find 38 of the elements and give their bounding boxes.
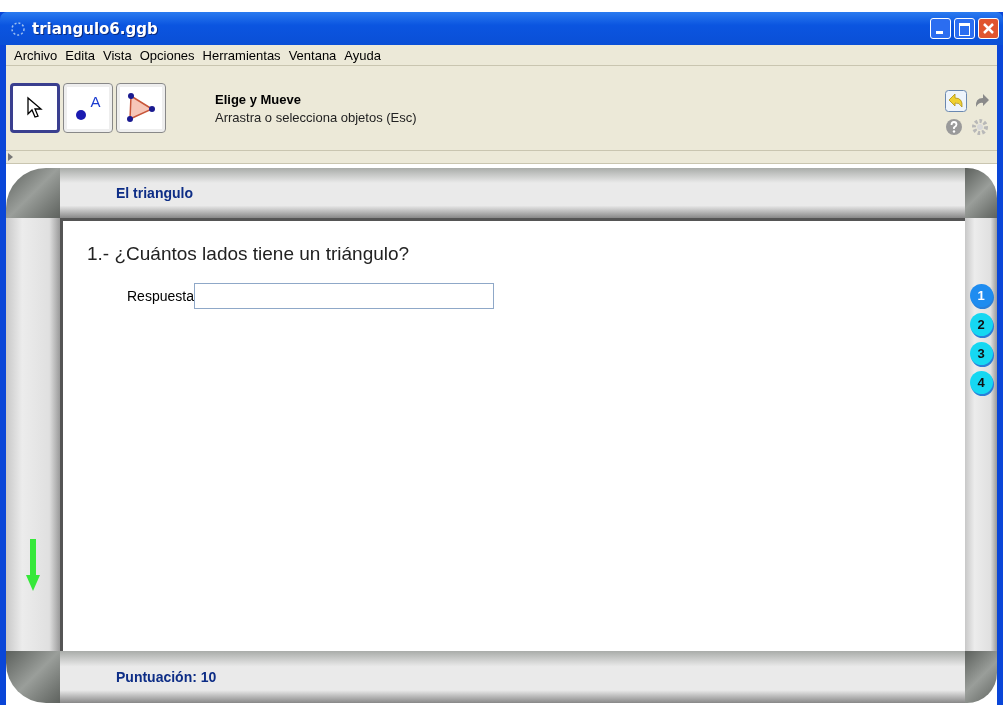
close-button[interactable] xyxy=(978,18,999,39)
triangle-icon xyxy=(125,92,157,124)
point-label: A xyxy=(90,92,101,110)
expand-arrow-icon[interactable] xyxy=(8,153,13,161)
menu-item[interactable]: Edita xyxy=(61,47,99,63)
page-button[interactable]: 3 xyxy=(969,342,993,365)
corner-drawing xyxy=(6,651,60,703)
menu-item[interactable]: Vista xyxy=(99,47,136,63)
board-title: El triangulo xyxy=(116,185,193,201)
app-icon xyxy=(10,20,26,37)
help-icon[interactable] xyxy=(945,118,963,136)
menu-item[interactable]: Archivo xyxy=(10,47,62,63)
question-text: 1.- ¿Cuántos lados tiene un triángulo? xyxy=(87,243,411,265)
tool-name: Elige y Mueve xyxy=(215,91,302,107)
answer-label: Respuesta xyxy=(127,288,194,304)
window-title: triangulo6.ggb xyxy=(32,19,158,38)
point-icon xyxy=(75,109,88,121)
corner-drawing xyxy=(965,168,997,218)
tool-description: Arrastra o selecciona objetos (Esc) xyxy=(215,109,417,125)
tool-button[interactable] xyxy=(10,83,60,133)
cursor-icon xyxy=(25,96,45,120)
corner-drawing xyxy=(965,651,997,703)
minimize-icon xyxy=(936,31,943,34)
menu-item[interactable]: Ventana xyxy=(284,47,341,63)
maximize-icon xyxy=(959,23,970,36)
undo-icon[interactable] xyxy=(945,90,967,112)
answer-field[interactable] xyxy=(193,283,494,309)
minimize-button[interactable] xyxy=(930,18,951,39)
menu-item[interactable]: Opciones xyxy=(135,47,199,63)
score-text: Puntuación: 10 xyxy=(116,669,217,685)
page-button[interactable]: 2 xyxy=(969,313,993,336)
maximize-button[interactable] xyxy=(954,18,975,39)
menu-item[interactable]: Herramientas xyxy=(198,47,285,63)
corner-drawing xyxy=(6,168,60,218)
tool-button[interactable] xyxy=(116,83,166,133)
tool-button[interactable]: A xyxy=(63,83,113,133)
menu-item[interactable]: Ayuda xyxy=(340,47,385,63)
page-button[interactable]: 4 xyxy=(969,371,993,394)
